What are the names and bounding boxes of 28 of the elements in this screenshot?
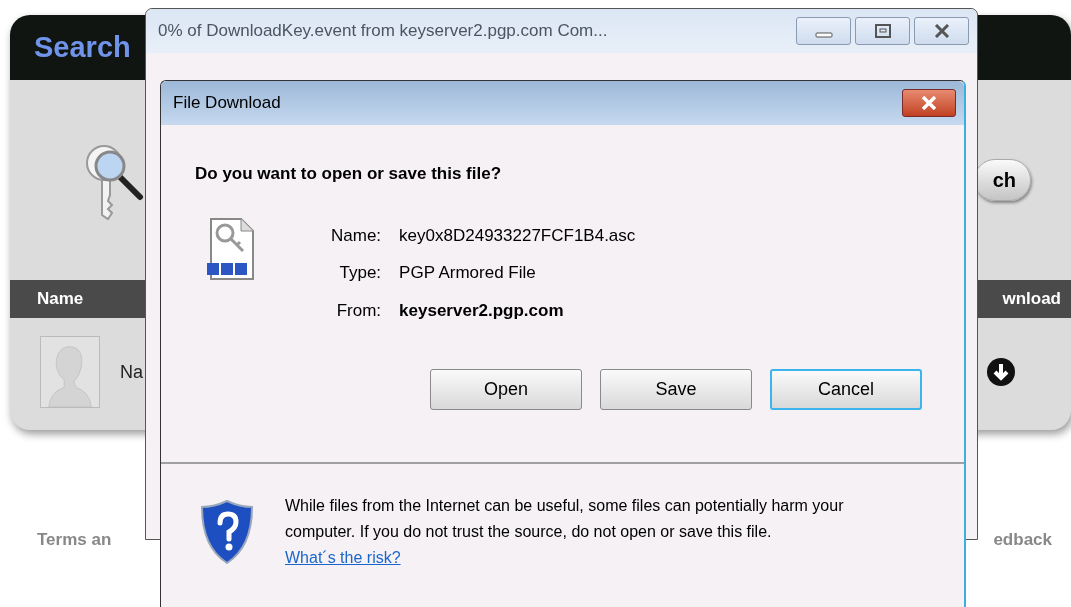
field-value: keyserver2.pgp.com (399, 299, 565, 322)
field-value: key0x8D24933227FCF1B4.asc (399, 224, 636, 247)
close-button[interactable] (914, 17, 969, 45)
field-label: From: (335, 299, 382, 322)
window-title: 0% of DownloadKey.event from keyserver2.pgp.com Com... (158, 20, 609, 43)
dialog-title: File Download (173, 92, 281, 115)
dialog-question: Do you want to open or save this file? (195, 164, 502, 183)
maximize-button[interactable] (855, 17, 910, 45)
download-icon[interactable] (987, 358, 1015, 386)
security-shield-icon (200, 499, 254, 565)
pgp-file-icon (205, 216, 255, 281)
column-header: Name (37, 288, 84, 311)
footer-link[interactable]: edback (993, 527, 1052, 553)
close-button[interactable] (902, 89, 956, 117)
result-name: Na (120, 360, 143, 384)
risk-link[interactable]: What´s the risk? (285, 549, 401, 566)
column-header: wnload (1002, 288, 1061, 311)
field-label: Name: (331, 224, 382, 247)
security-warning: While files from the Internet can be useful, some files can potentially harm your computer. If you do not trust the source, do not open or save this file. What´s the risk? (285, 496, 845, 568)
field-value: PGP Armored File (399, 262, 537, 284)
avatar-icon (40, 336, 100, 408)
footer-link[interactable]: Terms an (37, 527, 112, 553)
dialog-button[interactable]: Cancel (770, 369, 922, 410)
field-label: Type: (338, 262, 382, 284)
dialog-button[interactable]: Open (430, 369, 582, 410)
dialog-button[interactable]: Save (600, 369, 752, 410)
page-title: Search (34, 29, 131, 65)
minimize-icon (814, 32, 833, 38)
